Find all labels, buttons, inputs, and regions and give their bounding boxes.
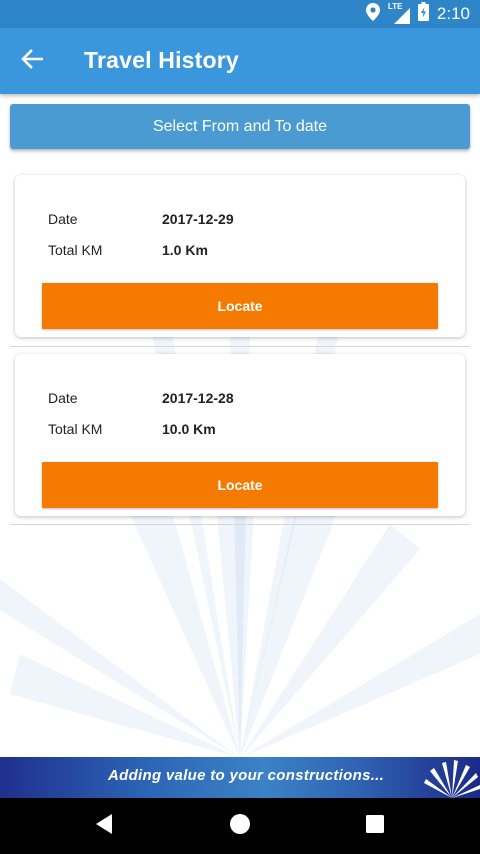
date-value: 2017-12-29 bbox=[162, 211, 234, 227]
back-triangle-icon bbox=[94, 813, 114, 840]
status-time: 2:10 bbox=[436, 4, 470, 23]
arrow-left-icon bbox=[21, 48, 44, 74]
tagline-banner: Adding value to your constructions... bbox=[0, 757, 480, 798]
locate-button[interactable]: Locate bbox=[42, 283, 438, 329]
nav-home-button[interactable] bbox=[226, 812, 254, 840]
total-km-label: Total KM bbox=[48, 242, 103, 258]
select-date-range-button[interactable]: Select From and To date bbox=[10, 104, 470, 149]
total-km-label: Total KM bbox=[48, 421, 103, 437]
recents-square-icon bbox=[365, 814, 385, 839]
total-km-value: 1.0 Km bbox=[162, 242, 208, 258]
home-circle-icon bbox=[229, 813, 251, 840]
travel-record-card: Date 2017-12-29 Total KM 1.0 Km Locate bbox=[15, 175, 465, 337]
app-bar: Travel History bbox=[0, 28, 480, 94]
battery-icon bbox=[417, 2, 429, 26]
date-value: 2017-12-28 bbox=[162, 390, 234, 406]
list-divider bbox=[10, 346, 470, 347]
date-label: Date bbox=[48, 390, 78, 406]
system-nav-bar bbox=[0, 798, 480, 854]
page-title: Travel History bbox=[84, 47, 239, 73]
date-label: Date bbox=[48, 211, 78, 227]
status-icons: LTE 2:10 bbox=[365, 0, 470, 28]
status-bar: LTE 2:10 bbox=[0, 0, 480, 28]
sunburst-logo-icon bbox=[424, 760, 480, 798]
list-divider bbox=[10, 524, 470, 525]
nav-recents-button[interactable] bbox=[361, 812, 389, 840]
travel-record-card: Date 2017-12-28 Total KM 10.0 Km Locate bbox=[15, 354, 465, 516]
location-icon bbox=[365, 2, 380, 26]
total-km-value: 10.0 Km bbox=[162, 421, 216, 437]
signal-icon: LTE bbox=[388, 2, 410, 24]
nav-back-button[interactable] bbox=[90, 812, 118, 840]
banner-tagline: Adding value to your constructions... bbox=[108, 767, 385, 784]
locate-button[interactable]: Locate bbox=[42, 462, 438, 508]
back-button[interactable] bbox=[14, 43, 50, 79]
